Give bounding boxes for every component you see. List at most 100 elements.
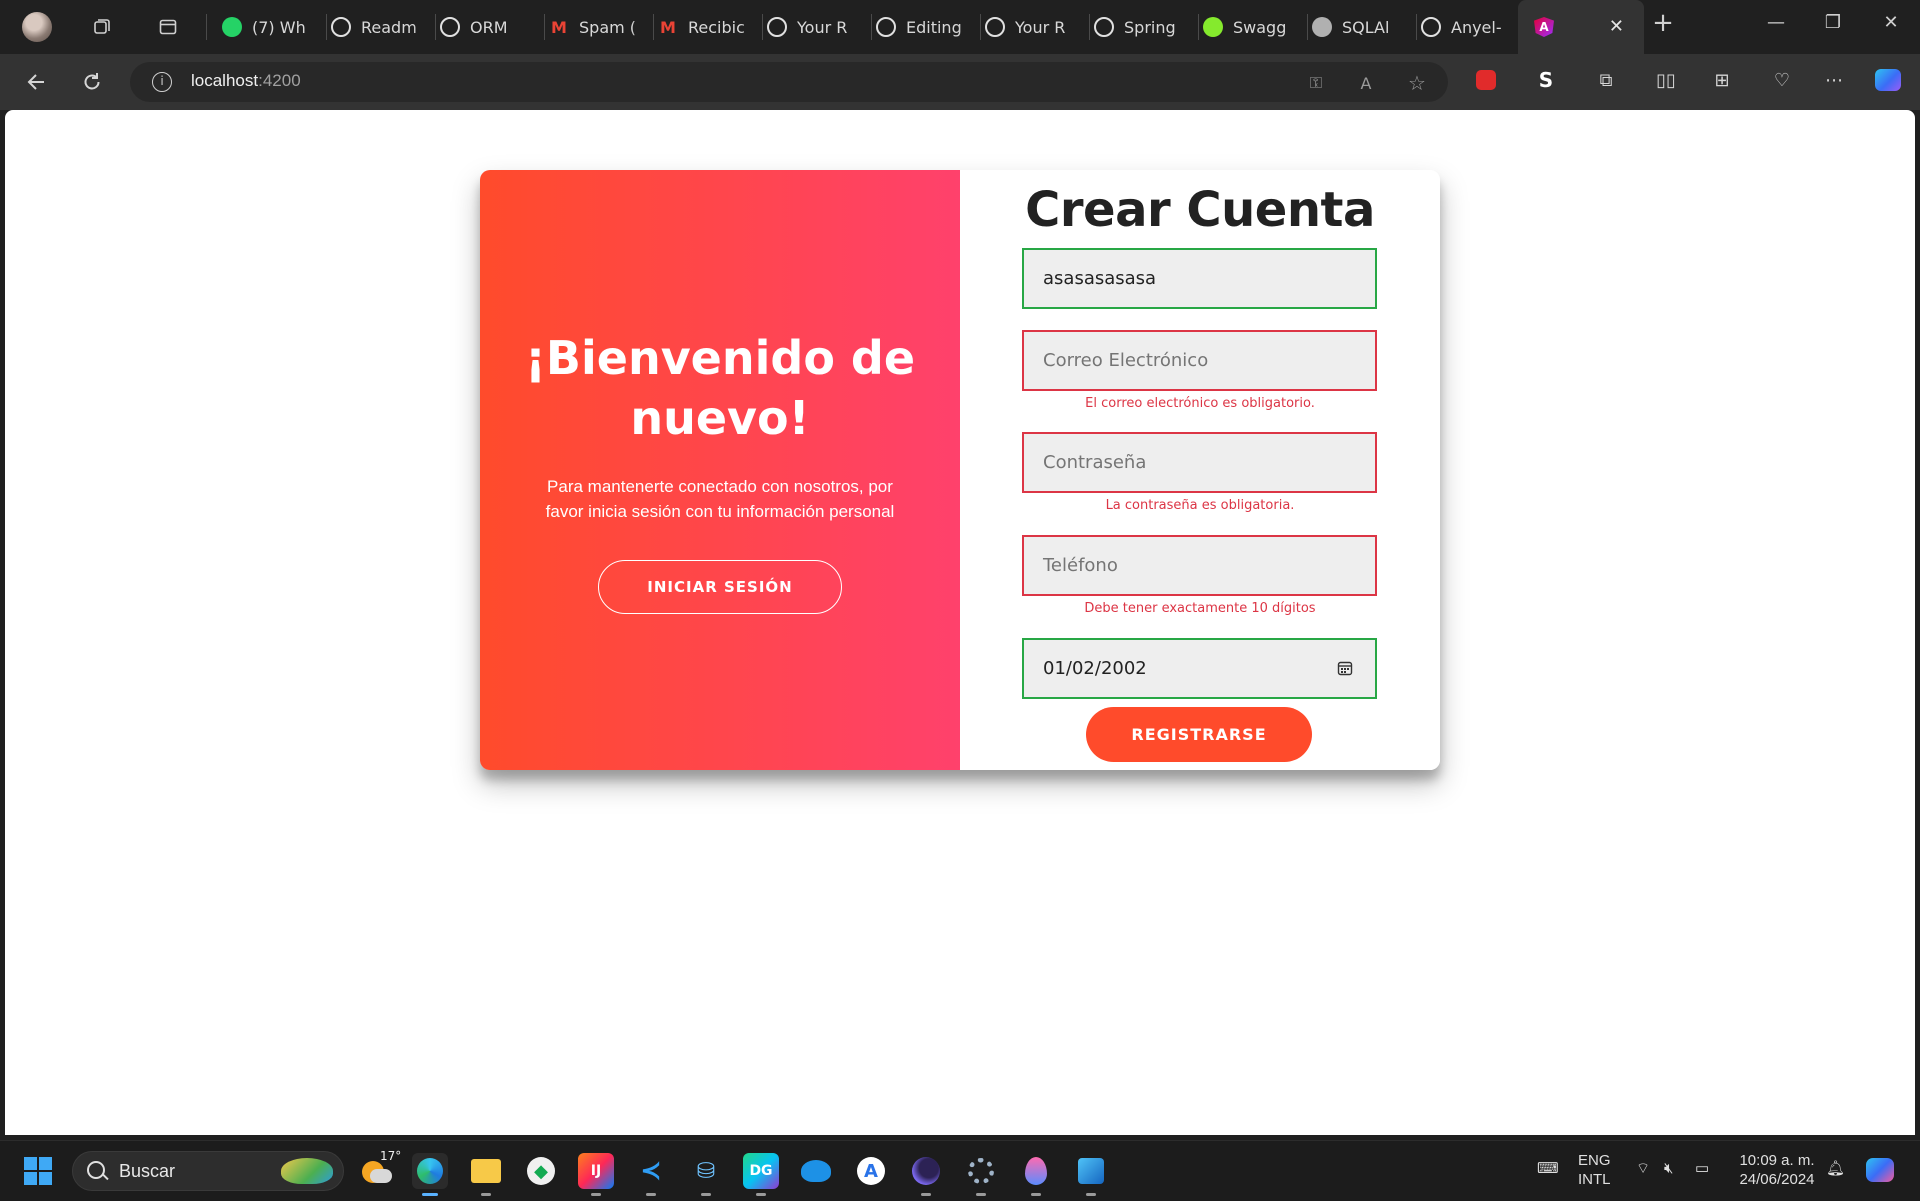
- taskbar-network-icon[interactable]: ⛁: [688, 1153, 724, 1196]
- tab-7[interactable]: Your R: [985, 8, 1085, 46]
- windows-start-icon[interactable]: [24, 1157, 52, 1185]
- tab-separator: [980, 14, 981, 40]
- notification-bell-icon[interactable]: 🔔︎: [1826, 1159, 1845, 1178]
- new-tab-button[interactable]: +: [1648, 8, 1678, 38]
- openai-icon: [331, 17, 351, 37]
- address-bar[interactable]: i localhost:4200 ⚿ A ☆: [130, 62, 1448, 102]
- tab-11[interactable]: Anyel-: [1421, 8, 1521, 46]
- site-info-icon[interactable]: i: [152, 72, 172, 92]
- birthdate-field[interactable]: 01/02/2002: [1022, 638, 1377, 699]
- tab-3[interactable]: M Spam (: [549, 8, 649, 46]
- close-window-icon[interactable]: ✕: [1876, 12, 1906, 33]
- copilot-icon[interactable]: [1874, 66, 1902, 94]
- name-field[interactable]: asasasasasa: [1022, 248, 1377, 309]
- tab-separator: [1089, 14, 1090, 40]
- taskbar-file-explorer-icon[interactable]: [468, 1153, 504, 1196]
- wifi-icon[interactable]: ⌔: [1636, 1159, 1650, 1178]
- tab-5[interactable]: Your R: [767, 8, 867, 46]
- collections-icon[interactable]: ⊞: [1708, 66, 1736, 94]
- taskbar-vscode-icon[interactable]: ≺: [633, 1153, 669, 1196]
- taskbar-mongodb-icon[interactable]: ◆: [523, 1153, 559, 1189]
- github-icon: [876, 17, 896, 37]
- tab-0[interactable]: (7) Wh: [222, 8, 322, 46]
- tab-2[interactable]: ORM: [440, 8, 540, 46]
- phone-error: Debe tener exactamente 10 dígitos: [1084, 601, 1316, 616]
- weather-widget[interactable]: 17°: [362, 1149, 401, 1185]
- battery-icon[interactable]: ▭: [1695, 1159, 1709, 1178]
- email-field[interactable]: Correo Electrónico: [1022, 330, 1377, 391]
- tab-separator: [435, 14, 436, 40]
- language-indicator[interactable]: ENG INTL: [1578, 1151, 1611, 1189]
- copilot-taskbar-icon[interactable]: [1862, 1152, 1898, 1188]
- back-icon[interactable]: [21, 66, 53, 98]
- register-button[interactable]: REGISTRARSE: [1086, 707, 1312, 762]
- browser-essentials-icon[interactable]: ♡: [1768, 66, 1796, 94]
- tab-actions-icon[interactable]: [155, 14, 181, 40]
- tab-label: SQLAl: [1342, 17, 1390, 37]
- more-menu-icon[interactable]: ⋯: [1820, 66, 1848, 94]
- taskbar-settings-icon[interactable]: [963, 1153, 999, 1196]
- close-tab-icon[interactable]: ✕: [1609, 16, 1624, 37]
- tab-label: Spring: [1124, 17, 1176, 37]
- tab-9[interactable]: Swagg: [1203, 8, 1303, 46]
- keyboard-icon[interactable]: ⌨: [1537, 1159, 1559, 1178]
- calendar-icon[interactable]: [1337, 660, 1353, 676]
- swagger-icon: [1203, 17, 1223, 37]
- tab-8[interactable]: Spring: [1094, 8, 1194, 46]
- language-line2: INTL: [1578, 1171, 1611, 1188]
- tab-separator: [544, 14, 545, 40]
- minimize-icon[interactable]: —: [1761, 12, 1791, 33]
- restore-icon[interactable]: ❐: [1818, 12, 1848, 33]
- github-icon: [1094, 17, 1114, 37]
- tab-1[interactable]: Readm: [331, 8, 431, 46]
- adblock-icon[interactable]: [1472, 66, 1500, 94]
- password-field[interactable]: Contraseña: [1022, 432, 1377, 493]
- key-icon[interactable]: ⚿: [1305, 72, 1327, 94]
- tab-active-angular[interactable]: A ✕: [1518, 0, 1644, 54]
- read-aloud-icon[interactable]: A: [1355, 72, 1377, 94]
- url-host: localhost: [191, 71, 259, 90]
- github-icon: [767, 17, 787, 37]
- angular-icon: A: [1534, 17, 1554, 37]
- password-error: La contraseña es obligatoria.: [1105, 498, 1295, 513]
- taskbar-photos-icon[interactable]: [1073, 1153, 1109, 1196]
- whatsapp-icon: [222, 17, 242, 37]
- birthdate-value: 01/02/2002: [1043, 658, 1147, 679]
- extension-s-icon[interactable]: S: [1532, 66, 1560, 94]
- taskbar-paint-icon[interactable]: [1018, 1153, 1054, 1196]
- tab-6[interactable]: Editing: [876, 8, 976, 46]
- phone-field[interactable]: Teléfono: [1022, 535, 1377, 596]
- taskbar-intellij-icon[interactable]: IJ: [578, 1153, 614, 1196]
- search-highlight-image: [281, 1158, 333, 1184]
- tab-10[interactable]: SQLAl: [1312, 8, 1412, 46]
- taskbar-store-icon[interactable]: A: [853, 1153, 889, 1189]
- gmail-icon: M: [551, 17, 567, 37]
- refresh-icon[interactable]: [76, 66, 108, 98]
- taskbar-docker-icon[interactable]: [798, 1153, 834, 1189]
- split-screen-icon[interactable]: ▯▯: [1652, 66, 1680, 94]
- gmail-icon: M: [660, 17, 676, 37]
- clock[interactable]: 10:09 a. m. 24/06/2024: [1734, 1151, 1820, 1189]
- welcome-title-line2: nuevo!: [630, 391, 810, 445]
- tab-label: Editing: [906, 17, 962, 37]
- taskbar-edge-icon[interactable]: [412, 1153, 448, 1196]
- taskbar-datagrip-icon[interactable]: DG: [743, 1153, 779, 1196]
- tab-label: Anyel-: [1451, 17, 1502, 37]
- workspaces-icon[interactable]: [89, 14, 115, 40]
- taskbar-eclipse-icon[interactable]: [908, 1153, 944, 1196]
- tab-separator: [326, 14, 327, 40]
- tab-separator: [762, 14, 763, 40]
- welcome-title: ¡Bienvenido de nuevo!: [480, 328, 960, 448]
- tab-label: Spam (: [579, 17, 637, 37]
- volume-muted-icon[interactable]: 🔇︎: [1664, 1159, 1673, 1178]
- favorite-star-icon[interactable]: ☆: [1406, 71, 1428, 95]
- tab-label: ORM: [470, 17, 508, 37]
- tab-4[interactable]: M Recibic: [658, 8, 758, 46]
- url-text[interactable]: localhost:4200: [191, 71, 301, 91]
- tab-separator: [871, 14, 872, 40]
- profile-avatar[interactable]: [22, 12, 52, 42]
- extensions-puzzle-icon[interactable]: ⧉: [1592, 66, 1620, 94]
- taskbar-search[interactable]: Buscar: [72, 1151, 344, 1191]
- signin-button[interactable]: INICIAR SESIÓN: [598, 560, 842, 614]
- tab-separator: [1307, 14, 1308, 40]
